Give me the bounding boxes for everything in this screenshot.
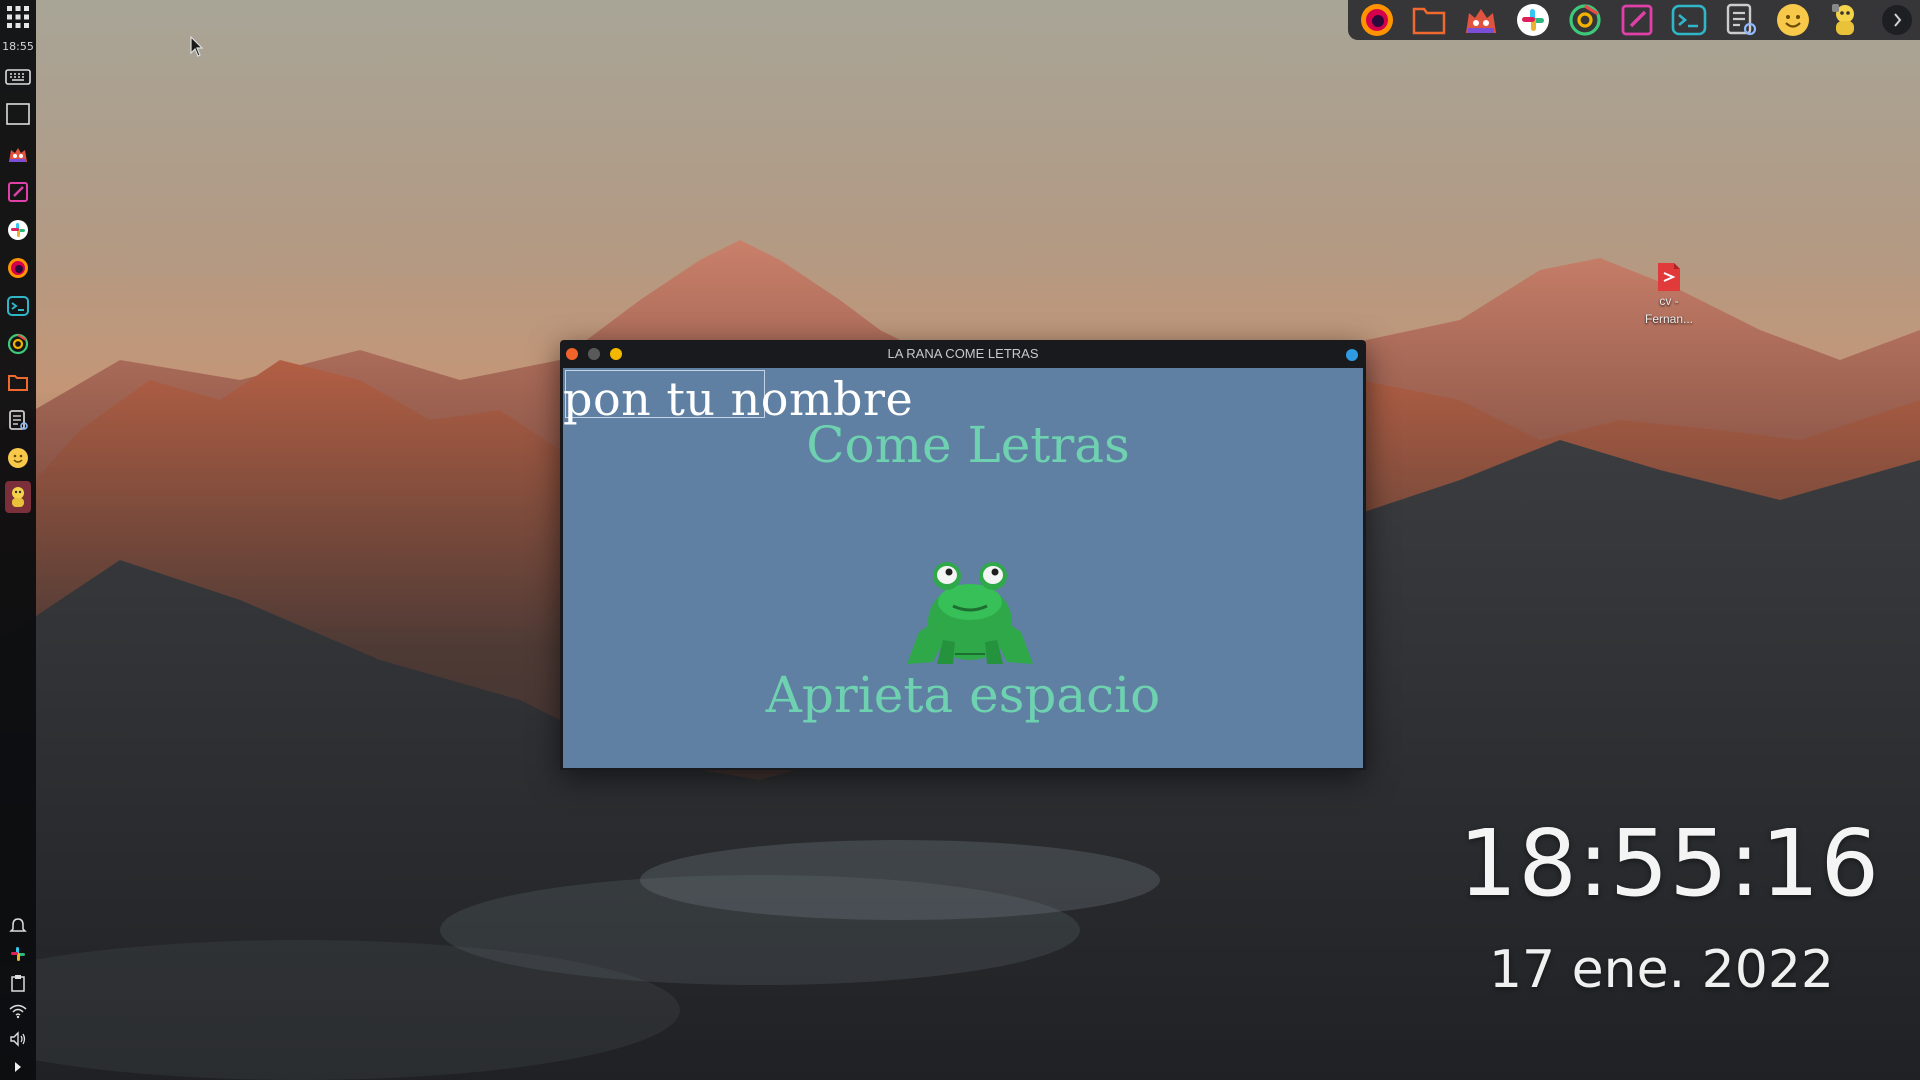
terminal-icon[interactable] bbox=[5, 293, 31, 319]
gitkraken-icon[interactable] bbox=[5, 141, 31, 167]
firefox-icon[interactable] bbox=[5, 255, 31, 281]
mascot-app-icon[interactable] bbox=[1824, 0, 1866, 40]
firefox-icon[interactable] bbox=[1356, 0, 1398, 40]
window-menu-button[interactable] bbox=[1346, 349, 1358, 361]
wifi-icon[interactable] bbox=[7, 1000, 29, 1022]
notes-icon[interactable] bbox=[1720, 0, 1762, 40]
terminal-icon[interactable] bbox=[1668, 0, 1710, 40]
window-titlebar[interactable]: LA RANA COME LETRAS bbox=[560, 340, 1366, 368]
notifications-icon[interactable] bbox=[7, 915, 29, 937]
game-canvas[interactable]: pon tu nombre Come Letras Aprieta espaci… bbox=[563, 368, 1363, 768]
files-icon[interactable] bbox=[5, 369, 31, 395]
slack-icon[interactable] bbox=[5, 217, 31, 243]
mascot-app-icon[interactable] bbox=[5, 481, 31, 513]
game-window[interactable]: LA RANA COME LETRAS pon tu nombre Come L… bbox=[560, 340, 1366, 770]
desktop-clock-date: 17 ene. 2022 bbox=[1488, 940, 1834, 1000]
top-dock bbox=[1348, 0, 1920, 40]
slack-tray-icon[interactable] bbox=[7, 943, 29, 965]
clipboard-icon[interactable] bbox=[7, 972, 29, 994]
night-mode-icon[interactable] bbox=[1876, 0, 1918, 40]
gitkraken-icon[interactable] bbox=[1460, 0, 1502, 40]
screen-icon[interactable] bbox=[5, 101, 31, 127]
emoji-icon[interactable] bbox=[1772, 0, 1814, 40]
window-title: LA RANA COME LETRAS bbox=[887, 346, 1039, 361]
chrome-icon[interactable] bbox=[5, 331, 31, 357]
app-grid-icon[interactable] bbox=[5, 4, 31, 30]
files-icon[interactable] bbox=[1408, 0, 1450, 40]
game-title: Come Letras bbox=[806, 416, 1130, 474]
panel-clock[interactable]: 18:55 bbox=[0, 40, 36, 53]
frog-sprite bbox=[897, 558, 1043, 672]
desktop-clock-time: 18:55:16 bbox=[1458, 810, 1880, 917]
chrome-icon[interactable] bbox=[1564, 0, 1606, 40]
notes-icon[interactable] bbox=[5, 407, 31, 433]
keyboard-icon[interactable] bbox=[5, 64, 31, 90]
text-editor-icon[interactable] bbox=[1616, 0, 1658, 40]
left-panel: 18:55 bbox=[0, 0, 36, 1080]
emoji-icon[interactable] bbox=[5, 445, 31, 471]
pdf-file-icon bbox=[1658, 263, 1680, 291]
desktop-file-cv[interactable]: cv - Fernan... bbox=[1622, 262, 1716, 328]
slack-icon[interactable] bbox=[1512, 0, 1554, 40]
text-editor-icon[interactable] bbox=[5, 179, 31, 205]
press-space-prompt: Aprieta espacio bbox=[765, 666, 1161, 724]
desktop-file-label: cv - Fernan... bbox=[1644, 294, 1694, 326]
mouse-pointer-icon bbox=[190, 35, 204, 62]
expand-arrow-icon[interactable] bbox=[7, 1056, 29, 1078]
volume-icon[interactable] bbox=[7, 1028, 29, 1050]
